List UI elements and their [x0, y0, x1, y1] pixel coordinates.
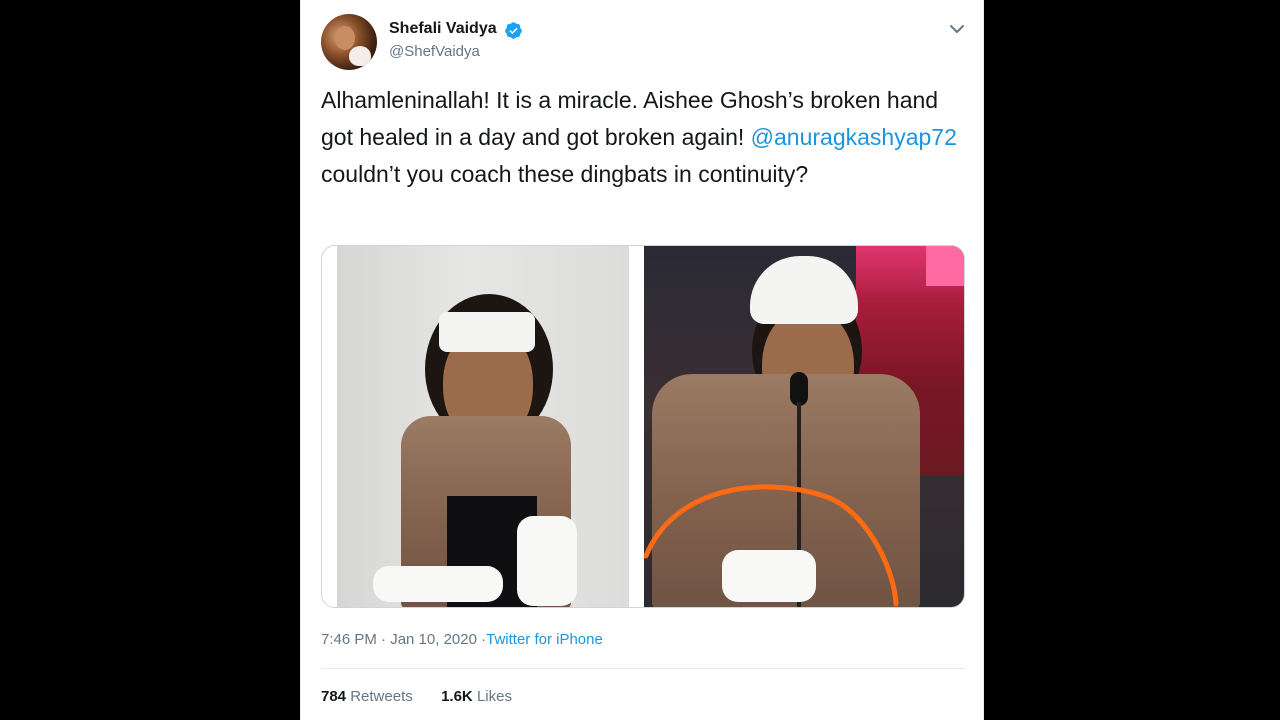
avatar[interactable] — [321, 14, 377, 70]
likes-label[interactable]: Likes — [477, 688, 512, 705]
likes-count[interactable]: 1.6K — [441, 688, 473, 705]
tweet-stats: 784 Retweets 1.6K Likes — [321, 688, 512, 705]
tweet-text-part: couldn’t you coach these dingbats in con… — [321, 161, 809, 187]
head-bandage — [439, 312, 535, 352]
arm-cast — [373, 566, 503, 602]
chevron-down-icon[interactable] — [947, 20, 967, 38]
tweet-text: Alhamleninallah! It is a miracle. Aishee… — [321, 82, 971, 193]
author-handle[interactable]: @ShefVaidya — [389, 43, 480, 60]
timestamp-text[interactable]: 7:46 PM · Jan 10, 2020 — [321, 631, 477, 648]
mention-link[interactable]: @anuragkashyap72 — [751, 124, 957, 150]
retweets-label[interactable]: Retweets — [350, 688, 413, 705]
avatar-face — [335, 26, 355, 50]
tweet-media[interactable] — [321, 245, 965, 608]
author-name[interactable]: Shefali Vaidya — [389, 20, 497, 38]
photo-left[interactable] — [337, 246, 629, 607]
photo-right[interactable] — [644, 246, 964, 607]
avatar-dog — [349, 46, 371, 66]
retweets-count[interactable]: 784 — [321, 688, 346, 705]
divider — [321, 668, 965, 669]
source-separator: · — [476, 631, 487, 648]
tweet-card: Shefali Vaidya @ShefVaidya Alhamleninall… — [300, 0, 984, 720]
annotation-circle — [644, 484, 899, 607]
arm-cast — [517, 516, 577, 606]
tweet-source[interactable]: Twitter for iPhone — [486, 631, 603, 648]
tweet-timestamp[interactable]: 7:46 PM · Jan 10, 2020 · — [321, 631, 486, 648]
verified-badge-icon — [505, 22, 522, 39]
